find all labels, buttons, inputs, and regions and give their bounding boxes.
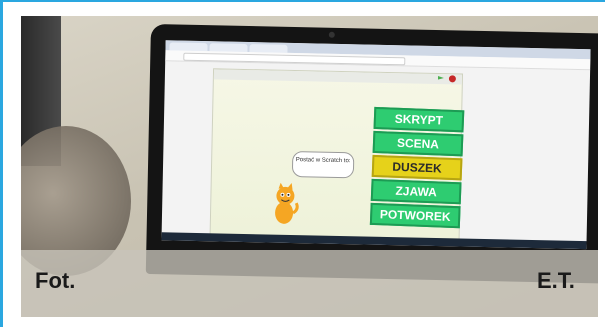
address-field[interactable] [183,52,406,66]
scratch-menu: SKRYPT SCENA DUSZEK ZJAWA POTWOREK [369,106,465,230]
caption-bar [21,250,598,317]
menu-button-skrypt[interactable]: SKRYPT [373,106,465,133]
speech-bubble: Postać w Scratch to: [291,150,355,179]
photo-credit-author: E.T. [537,268,575,293]
menu-button-scena[interactable]: SCENA [372,130,464,157]
menu-button-potworek[interactable]: POTWOREK [369,202,461,229]
photo-frame: Postać w Scratch to: SKRYPT SCENA DUSZEK… [0,0,605,327]
photograph: Postać w Scratch to: SKRYPT SCENA DUSZEK… [21,16,598,317]
monitor-screen: Postać w Scratch to: SKRYPT SCENA DUSZEK… [161,40,591,250]
webcam-icon [328,31,335,38]
menu-button-duszek[interactable]: DUSZEK [371,154,463,181]
scratch-cat-icon [275,182,299,224]
monitor: Postać w Scratch to: SKRYPT SCENA DUSZEK… [145,24,598,284]
stop-icon[interactable] [448,75,456,83]
green-flag-icon[interactable] [438,76,444,82]
menu-button-zjawa[interactable]: ZJAWA [370,178,462,205]
stage-header [213,69,463,85]
photo-credit-prefix: Fot. [35,268,76,293]
scratch-stage: Postać w Scratch to: SKRYPT SCENA DUSZEK… [209,68,465,244]
